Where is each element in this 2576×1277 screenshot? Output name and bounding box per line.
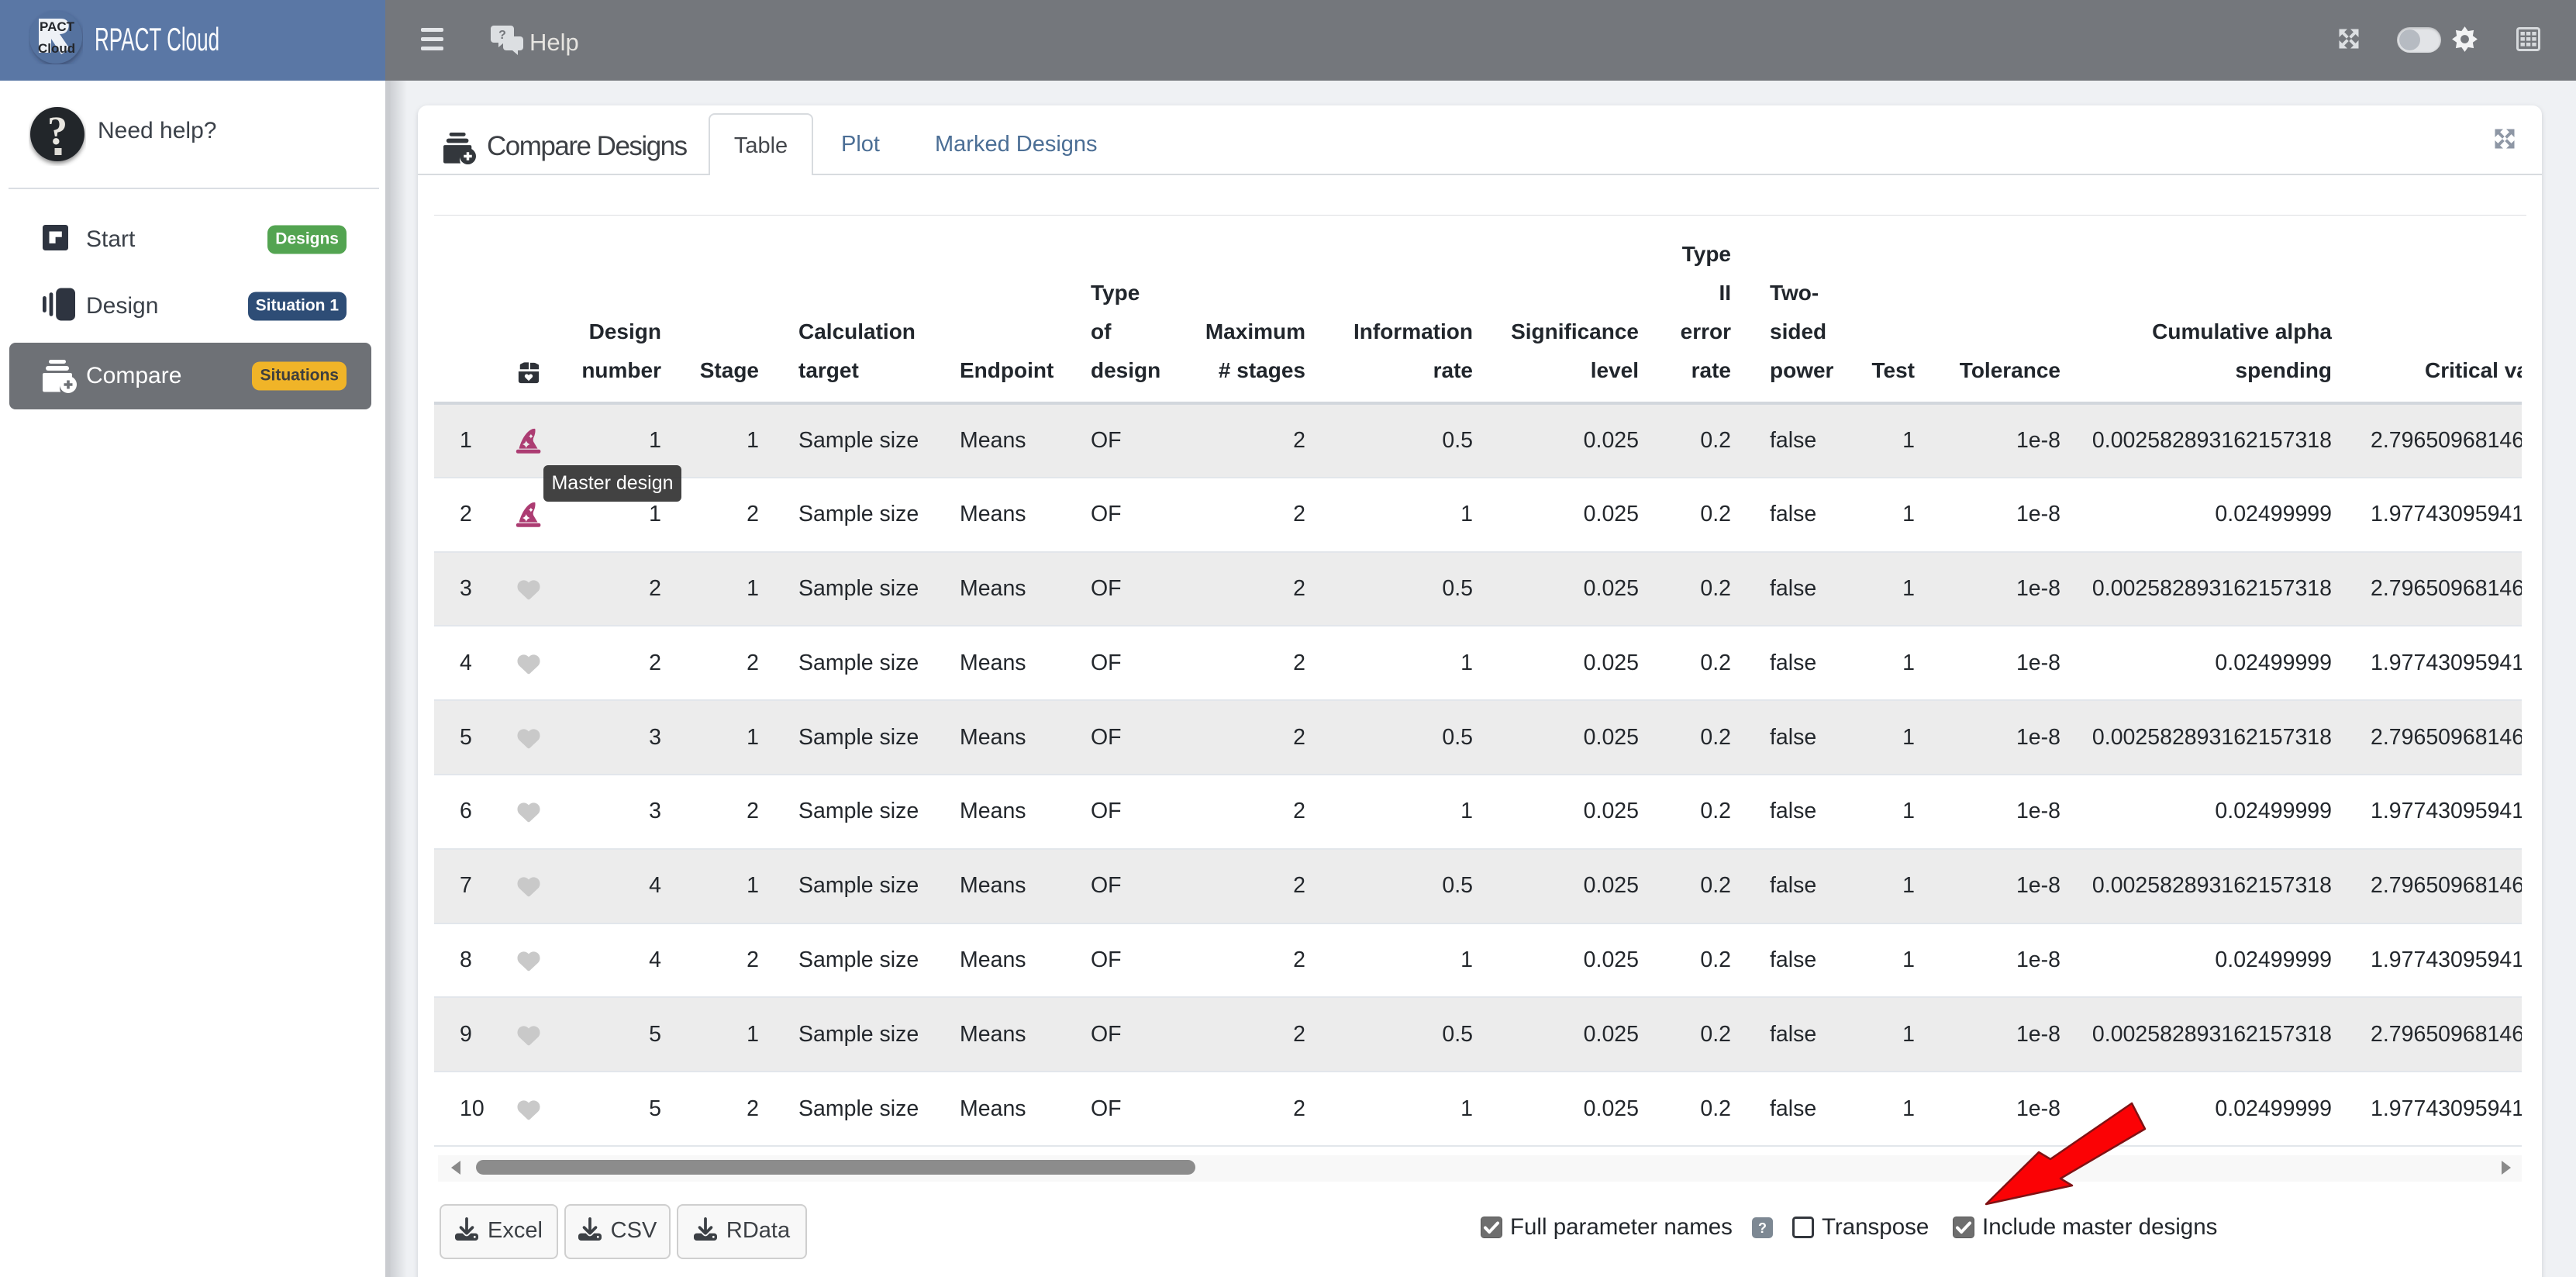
svg-text:?: ?: [1758, 1220, 1767, 1236]
svg-text:?: ?: [47, 109, 67, 154]
svg-text:Cloud: Cloud: [38, 41, 75, 56]
svg-text:?: ?: [498, 29, 506, 42]
svg-text:PACT: PACT: [40, 19, 75, 34]
